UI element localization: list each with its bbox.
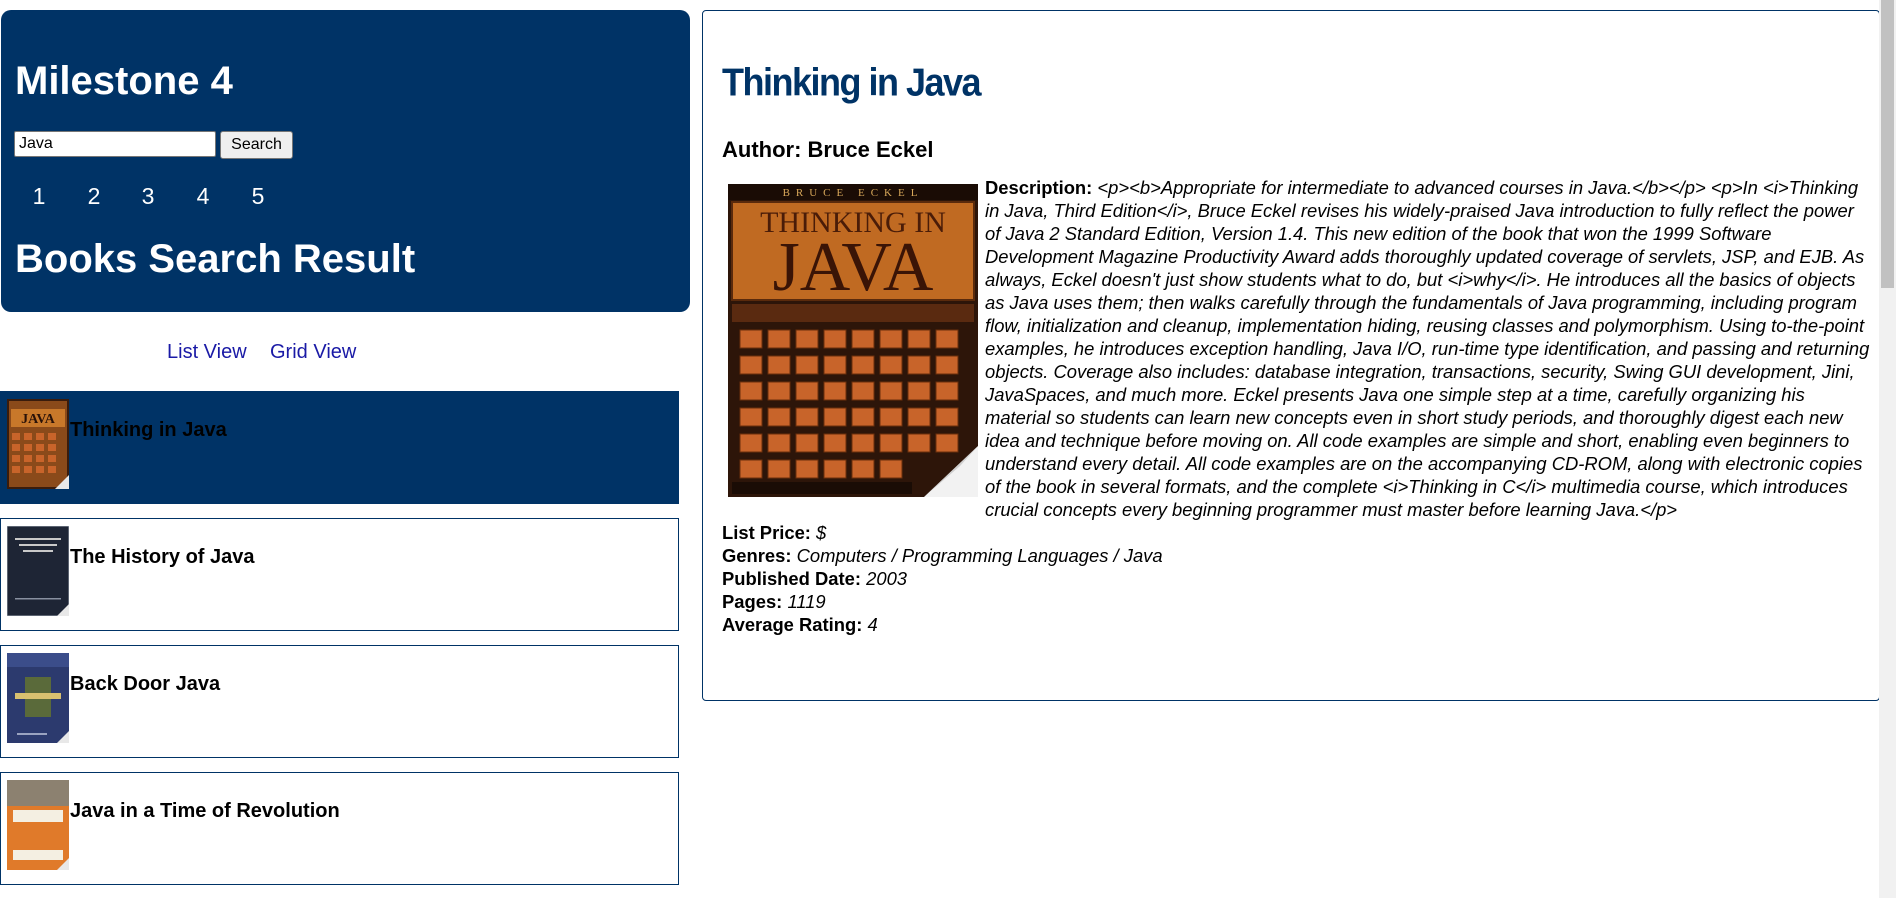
header-panel: Milestone 4 Search 1 2 3 4 5 Books Searc… [1,10,690,312]
left-column: Milestone 4 Search 1 2 3 4 5 Books Searc… [0,0,690,898]
list-price-label: List Price: [722,522,811,543]
average-rating-label: Average Rating: [722,614,863,635]
book-item-thinking-in-java[interactable]: JAVA Thinking in Java [0,391,679,504]
book-item-java-in-a-time-of-revolution[interactable]: Java in a Time of Revolution [0,772,679,885]
thinking-in-java-cover: JAVA [7,399,69,489]
search-button[interactable]: Search [220,131,293,159]
search-input[interactable] [14,131,216,157]
book-item-back-door-java[interactable]: Back Door Java [0,645,679,758]
detail-title: Thinking in Java [722,60,982,105]
detail-body: BRUCE ECKEL THINKING IN JAVA Description… [722,176,1872,636]
genres-value: Computers / Programming Languages / Java [796,545,1163,566]
history-of-java-cover [7,526,69,616]
book-title: Back Door Java [70,673,221,695]
svg-text:JAVA: JAVA [21,412,56,427]
book-title: Java in a Time of Revolution [70,800,340,822]
pages-value: 1119 [787,591,826,612]
page-link-1[interactable]: 1 [24,180,54,212]
cover-title-big: JAVA [773,229,934,306]
detail-author: Author: Bruce Eckel [722,137,934,162]
genres-label: Genres: [722,545,792,566]
detail-cover-image: BRUCE ECKEL THINKING IN JAVA [728,184,978,497]
pages-label: Pages: [722,591,783,612]
page-link-2[interactable]: 2 [79,180,109,212]
grid-view-link[interactable]: Grid View [270,340,356,364]
book-title: The History of Java [70,546,255,568]
page-link-3[interactable]: 3 [133,180,163,212]
published-date-value: 2003 [866,568,908,589]
list-price-value: $ [816,522,827,543]
average-rating-value: 4 [867,614,878,635]
results-heading: Books Search Result [15,237,416,281]
description-label: Description: [985,177,1093,198]
list-view-link[interactable]: List View [167,340,247,364]
page-link-5[interactable]: 5 [243,180,273,212]
book-detail-panel: Thinking in Java Author: Bruce Eckel BRU… [702,10,1880,701]
description-text: <p><b>Appropriate for intermediate to ad… [985,177,1870,520]
book-title: Thinking in Java [70,419,227,441]
app-title: Milestone 4 [15,59,233,103]
book-item-history-of-java[interactable]: The History of Java [0,518,679,631]
page-scrollbar[interactable] [1879,0,1896,898]
back-door-java-cover [7,653,69,743]
published-date-label: Published Date: [722,568,861,589]
java-time-of-revolution-cover [7,780,69,870]
scrollbar-thumb[interactable] [1881,0,1894,288]
cover-author-band: BRUCE ECKEL [783,187,924,199]
page-link-4[interactable]: 4 [188,180,218,212]
